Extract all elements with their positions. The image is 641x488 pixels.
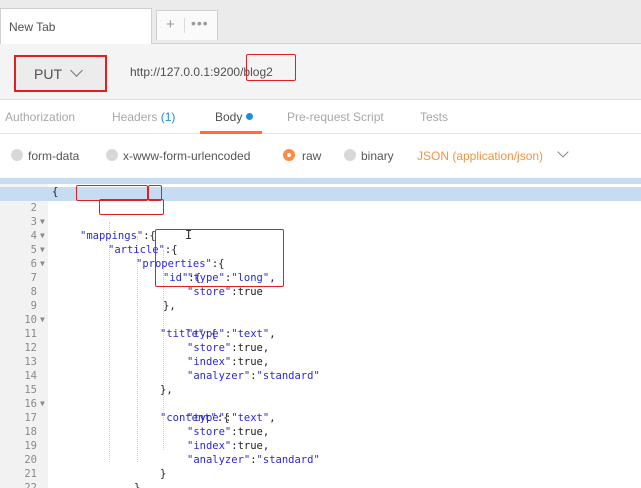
code-line: 5 ▼ "id":{ <box>0 229 641 284</box>
code-line: 17 "store":true, <box>0 397 641 438</box>
method-dropdown[interactable]: PUT <box>14 55 107 92</box>
code-line: 22 } <box>0 467 641 488</box>
label-binary: binary <box>361 149 394 163</box>
tab-actions: + ••• <box>156 10 218 40</box>
tab-title: New Tab <box>9 20 56 34</box>
code-line: 14 }, <box>0 355 641 396</box>
tab-new-tab[interactable]: New Tab <box>0 8 152 45</box>
headers-count: (1) <box>160 110 176 124</box>
code-line: 6 "type":"long", <box>0 243 641 284</box>
code-line: 15 ▼ "content":{ <box>0 369 641 424</box>
method-label: PUT <box>34 66 62 82</box>
tab-headers[interactable]: Headers (1) <box>112 110 175 124</box>
code-line: 18 "index":true, <box>0 411 641 452</box>
body-indicator-dot <box>246 113 254 120</box>
more-options-icon[interactable]: ••• <box>191 15 209 31</box>
radio-form-data[interactable] <box>11 149 23 161</box>
code-line: 19 "analyzer":"standard" <box>0 425 641 466</box>
tab-strip: New Tab + ••• <box>0 0 641 45</box>
code-editor[interactable]: { 2 ▼ "mappings":{ 3 ▼ "article":{ 4 ▼ "… <box>0 178 641 488</box>
new-tab-plus-icon[interactable]: + <box>166 16 175 33</box>
code-line: 16 "type":"text", <box>0 383 641 424</box>
url-base: http://127.0.0.1:9200 <box>130 65 241 79</box>
code-line: 4 ▼ "properties":{ <box>0 215 641 270</box>
code-line: 7 "store":true <box>0 257 641 298</box>
code-line: 12 "index":true, <box>0 327 641 368</box>
tab-body[interactable]: Body <box>215 110 254 124</box>
article-highlight-box <box>99 199 164 215</box>
tab-tests[interactable]: Tests <box>420 110 448 124</box>
url-path-highlight-box <box>246 54 296 81</box>
label-form-data: form-data <box>28 149 80 163</box>
request-subtabs: Authorization Headers (1) Body Pre-reque… <box>0 100 641 134</box>
code-line: 8 }, <box>0 271 641 312</box>
code-line: 20 } <box>0 439 641 480</box>
content-type-dropdown[interactable]: JSON (application/json) <box>417 149 543 163</box>
code-line: 10 "type":"text", <box>0 299 641 340</box>
code-line: 11 "store":true, <box>0 313 641 354</box>
tab-pre-request-script[interactable]: Pre-request Script <box>287 110 384 124</box>
tab-actions-divider <box>184 18 185 33</box>
request-bar: PUT http://127.0.0.1:9200/blog2 <box>0 44 641 100</box>
label-raw: raw <box>302 149 322 163</box>
code-line: 9 ▼ "title":{ <box>0 285 641 340</box>
radio-raw[interactable] <box>283 149 295 161</box>
chevron-down-icon[interactable] <box>557 146 569 158</box>
code-line: 13 "analyzer":"standard" <box>0 341 641 382</box>
body-type-options: form-data x-www-form-urlencoded raw bina… <box>0 134 641 178</box>
code-line: 21 } <box>0 453 641 488</box>
label-urlencoded: x-www-form-urlencoded <box>123 149 251 163</box>
code-text: } <box>134 482 141 488</box>
tab-body-label: Body <box>215 110 243 124</box>
code-line: { <box>0 178 641 198</box>
line-number: 22 <box>24 482 37 488</box>
id-field-highlight-box <box>155 229 284 287</box>
tab-headers-label: Headers <box>112 110 158 124</box>
tab-authorization[interactable]: Authorization <box>5 110 75 124</box>
chevron-down-icon <box>70 64 83 77</box>
radio-urlencoded[interactable] <box>106 149 118 161</box>
code-line: 3 ▼ "article":{ <box>0 201 641 256</box>
radio-binary[interactable] <box>344 149 356 161</box>
